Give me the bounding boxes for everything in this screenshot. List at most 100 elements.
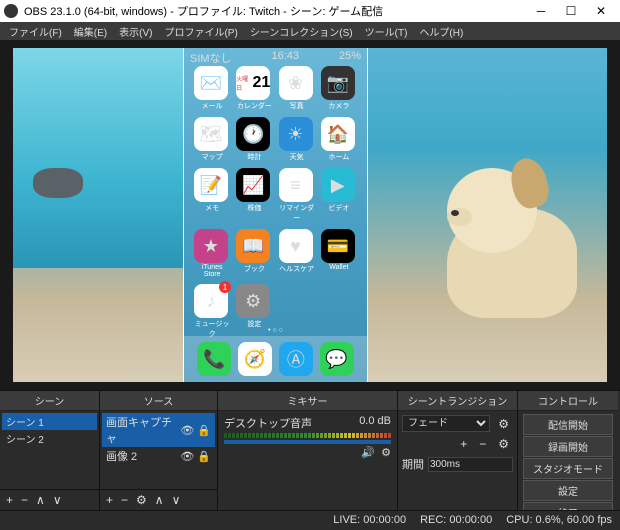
sources-toolbar: + − ⚙ ∧ ∨	[100, 489, 217, 510]
menu-item[interactable]: プロファイル(P)	[159, 24, 242, 39]
app-label: カメラ	[321, 101, 357, 111]
page-dots: • ○ ○	[184, 327, 367, 334]
lock-icon[interactable]: 🔒	[197, 450, 211, 463]
preview-canvas[interactable]: SIMなし 16:43 25% ✉️メール火曜日21カレンダー❀写真📷カメラ🗺マ…	[13, 48, 607, 382]
battery-label: 25%	[339, 50, 361, 58]
remove-transition-button[interactable]: −	[475, 436, 490, 452]
app-icon: ♪1	[194, 284, 228, 318]
close-button[interactable]: ✕	[586, 4, 616, 18]
mixer-volume-slider[interactable]	[224, 440, 391, 444]
status-live: LIVE: 00:00:00	[333, 514, 406, 526]
status-rec: REC: 00:00:00	[420, 514, 492, 526]
visibility-icon[interactable]: 👁	[180, 450, 194, 463]
duration-label: 期間	[402, 456, 424, 472]
sources-list[interactable]: 画面キャプチャ👁🔒画像 2👁🔒	[100, 411, 217, 489]
app-icon: ⚙	[236, 284, 270, 318]
phone-statusbar: SIMなし 16:43 25%	[184, 48, 367, 60]
sources-header: ソース	[100, 391, 217, 411]
add-transition-button[interactable]: +	[456, 436, 471, 452]
control-button[interactable]: 終了	[523, 502, 613, 510]
lock-icon[interactable]: 🔒	[197, 424, 211, 437]
app-label: Wallet	[321, 264, 357, 271]
app-icon: ★	[194, 229, 228, 263]
background-sea	[13, 48, 183, 268]
control-button[interactable]: スタジオモード	[523, 458, 613, 479]
menu-item[interactable]: ツール(T)	[360, 24, 413, 39]
app-label: メモ	[194, 203, 230, 213]
remove-scene-button[interactable]: −	[17, 492, 32, 508]
bottom-panels: シーン シーン 1シーン 2 + − ∧ ∨ ソース 画面キャプチャ👁🔒画像 2…	[0, 390, 620, 510]
app-label: ヘルスケア	[279, 264, 315, 274]
app-icon: 🗺	[194, 117, 228, 151]
app-icon: ▶	[321, 168, 355, 202]
menu-item[interactable]: 編集(E)	[69, 24, 112, 39]
app-icon: ❀	[279, 66, 313, 100]
source-up-button[interactable]: ∧	[151, 492, 168, 508]
app-label: 時計	[236, 152, 272, 162]
app-label: ビデオ	[321, 203, 357, 213]
transitions-panel: シーントランジション フェード ⚙ + − ⚙ 期間	[398, 391, 518, 510]
transition-select[interactable]: フェード	[402, 415, 490, 432]
transition-props-icon[interactable]: ⚙	[494, 436, 513, 452]
control-button[interactable]: 録画開始	[523, 436, 613, 457]
background-dog	[397, 138, 597, 338]
app-label: マップ	[194, 152, 230, 162]
menu-item[interactable]: シーンコレクション(S)	[245, 24, 358, 39]
control-button[interactable]: 配信開始	[523, 414, 613, 435]
control-button[interactable]: 設定	[523, 480, 613, 501]
statusbar: LIVE: 00:00:00 REC: 00:00:00 CPU: 0.6%, …	[0, 510, 620, 528]
dock-icon: Ⓐ	[279, 342, 313, 376]
scenes-list[interactable]: シーン 1シーン 2	[0, 411, 99, 489]
dock-icon: 💬	[320, 342, 354, 376]
menubar: ファイル(F)編集(E)表示(V)プロファイル(P)シーンコレクション(S)ツー…	[0, 22, 620, 40]
app-label: ホーム	[321, 152, 357, 162]
app-label: 株価	[236, 203, 272, 213]
menu-item[interactable]: 表示(V)	[114, 24, 157, 39]
app-label: リマインダー	[279, 203, 315, 223]
scene-up-button[interactable]: ∧	[32, 492, 49, 508]
add-source-button[interactable]: +	[102, 492, 117, 508]
app-label: ブック	[236, 264, 272, 274]
maximize-button[interactable]: ☐	[556, 4, 586, 18]
scenes-toolbar: + − ∧ ∨	[0, 489, 99, 510]
duration-input[interactable]	[428, 457, 513, 472]
sources-panel: ソース 画面キャプチャ👁🔒画像 2👁🔒 + − ⚙ ∧ ∨	[100, 391, 218, 510]
app-icon: 📈	[236, 168, 270, 202]
scene-item[interactable]: シーン 2	[2, 430, 97, 447]
app-icon: ♥	[279, 229, 313, 263]
mixer-settings-icon[interactable]: ⚙	[381, 446, 391, 459]
dock-icon: 📞	[197, 342, 231, 376]
controls-list: 配信開始録画開始スタジオモード設定終了	[518, 411, 618, 510]
app-icon: ✉️	[194, 66, 228, 100]
minimize-button[interactable]: ─	[526, 4, 556, 18]
time-label: 16:43	[272, 50, 300, 58]
mixer-channel-name: デスクトップ音声	[224, 415, 312, 431]
app-icon: 📖	[236, 229, 270, 263]
remove-source-button[interactable]: −	[117, 492, 132, 508]
window-title: OBS 23.1.0 (64-bit, windows) - プロファイル: T…	[24, 3, 526, 19]
menu-item[interactable]: ファイル(F)	[4, 24, 67, 39]
scene-item[interactable]: シーン 1	[2, 413, 97, 430]
visibility-icon[interactable]: 👁	[180, 424, 194, 437]
app-icon: 🕐	[236, 117, 270, 151]
app-icon: ☀	[279, 117, 313, 151]
transition-settings-icon[interactable]: ⚙	[494, 416, 513, 432]
preview-area[interactable]: SIMなし 16:43 25% ✉️メール火曜日21カレンダー❀写真📷カメラ🗺マ…	[0, 40, 620, 390]
menu-item[interactable]: ヘルプ(H)	[414, 24, 468, 39]
carrier-label: SIMなし	[190, 50, 232, 58]
app-logo	[4, 4, 18, 18]
app-icon: 📷	[321, 66, 355, 100]
source-settings-button[interactable]: ⚙	[132, 492, 151, 508]
source-item[interactable]: 画面キャプチャ👁🔒	[102, 413, 215, 447]
phone-app-grid: ✉️メール火曜日21カレンダー❀写真📷カメラ🗺マップ🕐時計☀天気🏠ホーム📝メモ📈…	[184, 60, 367, 345]
scenes-header: シーン	[0, 391, 99, 411]
dock-icon: 🧭	[238, 342, 272, 376]
mixer-panel: ミキサー デスクトップ音声 0.0 dB 🔊 ⚙	[218, 391, 398, 510]
phone-source[interactable]: SIMなし 16:43 25% ✉️メール火曜日21カレンダー❀写真📷カメラ🗺マ…	[183, 48, 368, 382]
source-item[interactable]: 画像 2👁🔒	[102, 447, 215, 465]
app-icon: 火曜日21	[236, 66, 270, 100]
source-down-button[interactable]: ∨	[168, 492, 185, 508]
scene-down-button[interactable]: ∨	[49, 492, 66, 508]
add-scene-button[interactable]: +	[2, 492, 17, 508]
speaker-icon[interactable]: 🔊	[361, 446, 375, 459]
